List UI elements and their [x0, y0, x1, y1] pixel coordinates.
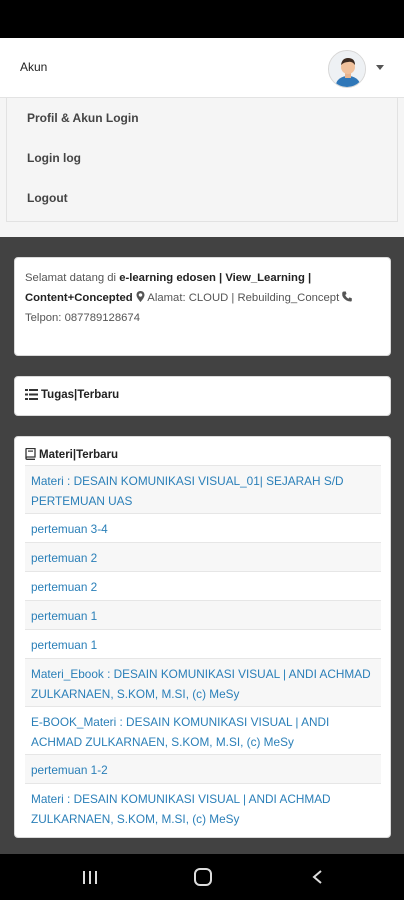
list-icon	[25, 389, 38, 400]
material-link[interactable]: pertemuan 2	[25, 542, 381, 571]
recent-apps-icon[interactable]	[83, 871, 99, 884]
material-link[interactable]: pertemuan 1-2	[25, 754, 381, 783]
home-icon[interactable]	[194, 868, 212, 886]
phone-number: 087789128674	[64, 312, 140, 324]
address-text: Alamat: CLOUD | Rebuilding_Concept	[147, 292, 340, 304]
account-title: Akun	[20, 60, 48, 74]
materials-card: Materi|Terbaru Materi : DESAIN KOMUNIKAS…	[14, 436, 391, 838]
welcome-card: Selamat datang di e-learning edosen | Vi…	[14, 257, 391, 356]
menu-item-login-log[interactable]: Login log	[27, 151, 81, 165]
material-link[interactable]: pertemuan 1	[25, 600, 381, 629]
avatar-image	[329, 51, 365, 87]
account-dropdown-menu: Profil & Akun Login Login log Logout	[6, 98, 398, 222]
back-icon[interactable]	[312, 870, 323, 884]
caret-down-icon[interactable]	[376, 65, 384, 70]
user-avatar[interactable]	[328, 50, 366, 88]
map-marker-icon	[136, 289, 145, 302]
material-link[interactable]: pertemuan 2	[25, 571, 381, 600]
materials-title: Materi|Terbaru	[25, 447, 119, 461]
account-header: Akun	[0, 38, 404, 98]
status-bar	[0, 0, 404, 38]
phone-label: Telpon:	[25, 312, 62, 324]
phone-icon	[342, 289, 353, 302]
account-panel: Akun Profil & Akun Login Login log Logou…	[0, 38, 404, 237]
materials-title-text: Materi|Terbaru	[39, 449, 119, 461]
materials-list: Materi : DESAIN KOMUNIKASI VISUAL_01| SE…	[25, 465, 381, 831]
welcome-prefix: Selamat datang di	[25, 272, 120, 284]
material-link[interactable]: Materi : DESAIN KOMUNIKASI VISUAL | ANDI…	[25, 783, 381, 831]
tasks-title-text: Tugas|Terbaru	[41, 389, 120, 401]
material-link[interactable]: E-BOOK_Materi : DESAIN KOMUNIKASI VISUAL…	[25, 706, 381, 754]
material-link[interactable]: pertemuan 3-4	[25, 513, 381, 542]
menu-item-profile[interactable]: Profil & Akun Login	[27, 111, 139, 125]
book-icon	[25, 447, 36, 460]
material-link[interactable]: Materi_Ebook : DESAIN KOMUNIKASI VISUAL …	[25, 658, 381, 706]
material-link[interactable]: Materi : DESAIN KOMUNIKASI VISUAL_01| SE…	[25, 465, 381, 513]
system-nav-bar	[0, 854, 404, 900]
tasks-card: Tugas|Terbaru	[14, 376, 391, 416]
menu-item-logout[interactable]: Logout	[27, 191, 68, 205]
material-link[interactable]: pertemuan 1	[25, 629, 381, 658]
tasks-title: Tugas|Terbaru	[25, 389, 119, 401]
